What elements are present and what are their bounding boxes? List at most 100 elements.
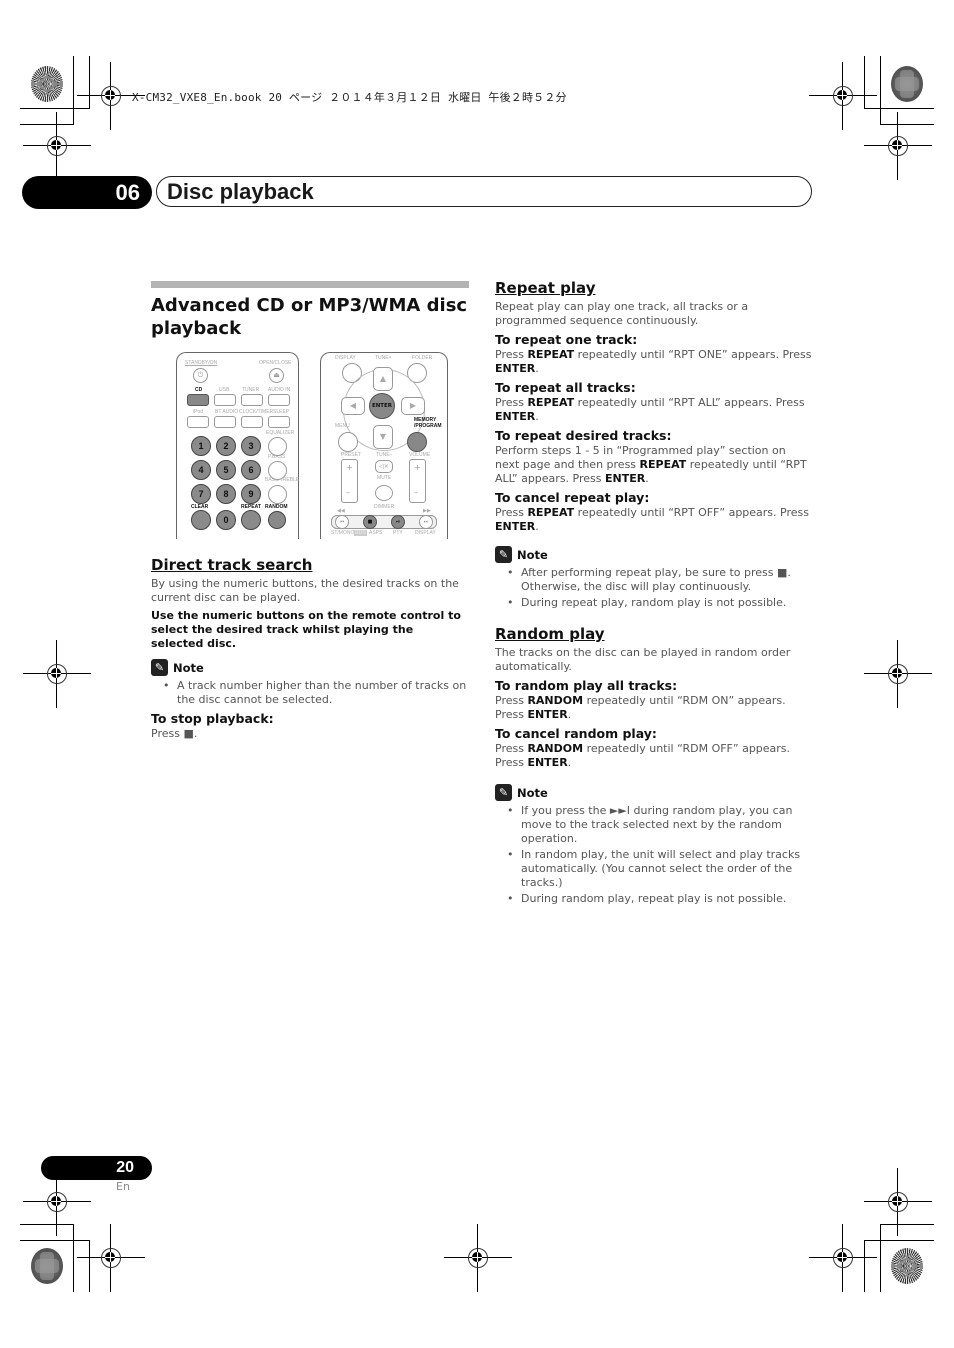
- play-pause-icon: ⏯: [391, 515, 405, 529]
- pencil-icon: ✎: [495, 784, 512, 801]
- eject-icon: ⏏: [269, 368, 284, 383]
- page-number: 20: [41, 1156, 152, 1180]
- random-step-heading: To random play all tracks:: [495, 678, 678, 693]
- tune-minus-label: TUNE–: [376, 452, 393, 458]
- print-file-info: X-CM32_VXE8_En.book 20 ページ ２０１４年３月１２日 水曜…: [132, 91, 567, 104]
- clock-timer-label: CLOCK/TIMER: [239, 409, 274, 415]
- bt-audio-label: BT AUDIO: [215, 409, 239, 415]
- fast-forward-icon: ▶▶: [423, 508, 431, 514]
- left-arrow-icon: ◀: [341, 397, 365, 415]
- remote-illustration-left: STANDBY/ON OPEN/CLOSE ⏻ ⏏ CD USB TUNER A…: [176, 352, 299, 539]
- tune-plus-label: TUNE+: [375, 355, 392, 361]
- section-rule: [151, 281, 469, 288]
- menu-button: [338, 432, 358, 452]
- preset-minus-icon: –: [346, 488, 350, 497]
- key-name: ENTER: [495, 362, 536, 375]
- random-step: To cancel random play: Press RANDOM repe…: [495, 726, 813, 770]
- direct-track-search-section: Direct track search By using the numeric…: [151, 555, 469, 745]
- rewind-icon: ◀◀: [337, 508, 345, 514]
- num-8-button: 8: [216, 484, 236, 504]
- memory-program-button: [407, 432, 427, 452]
- key-name: ENTER: [495, 410, 536, 423]
- step-text: .: [645, 472, 649, 485]
- repeat-play-title: Repeat play: [495, 279, 596, 297]
- registration-mark-icon: [864, 1168, 932, 1236]
- step-text: Press: [495, 742, 528, 755]
- crop-line: [864, 56, 865, 108]
- random-label: RANDOM: [265, 504, 288, 510]
- section-title-line1: Advanced CD or MP3/WMA disc: [151, 295, 468, 316]
- key-name: ENTER: [495, 520, 536, 533]
- registration-disc-icon: [31, 1248, 63, 1284]
- num-3-button: 3: [241, 436, 261, 456]
- folder-label: FOLDER: [412, 355, 433, 361]
- clock-timer-button: [241, 416, 263, 428]
- sleep-button: [268, 416, 290, 428]
- usb-button: [214, 394, 236, 406]
- display2-label: DISPLAY: [415, 530, 436, 536]
- repeat-step-heading: To repeat desired tracks:: [495, 428, 672, 443]
- right-arrow-icon: ▶: [401, 397, 425, 415]
- note-block: ✎ Note After performing repeat play, be …: [495, 546, 813, 610]
- repeat-step: To repeat one track: Press REPEAT repeat…: [495, 332, 813, 376]
- num-4-button: 4: [191, 460, 211, 480]
- key-name: REPEAT: [527, 506, 575, 519]
- direct-track-search-intro: By using the numeric buttons, the desire…: [151, 577, 459, 604]
- pencil-icon: ✎: [495, 546, 512, 563]
- step-text: repeatedly until “RPT ONE” appears. Pres…: [574, 348, 812, 361]
- crop-line: [880, 1224, 934, 1225]
- random-step-heading: To cancel random play:: [495, 726, 657, 741]
- preset-plus-icon: +: [346, 463, 353, 472]
- repeat-step-heading: To repeat one track:: [495, 332, 638, 347]
- step-text: .: [567, 756, 572, 769]
- crop-line: [73, 1224, 74, 1292]
- registration-disc-icon: [891, 1248, 923, 1284]
- note-item: A track number higher than the number of…: [163, 679, 469, 707]
- stop-icon: ■: [363, 515, 377, 529]
- crop-line: [864, 108, 934, 109]
- crop-line: [864, 1240, 934, 1241]
- remote-illustration-right: DISPLAY TUNE+ FOLDER ▲ ▼ ◀ ▶ ENTER MENU …: [320, 352, 448, 539]
- bass-treble-button: [268, 485, 287, 504]
- registration-disc-icon: [31, 66, 63, 102]
- cd-button: [187, 394, 209, 406]
- pbass-button: [268, 461, 287, 480]
- registration-mark-icon: [864, 112, 932, 180]
- num-9-button: 9: [241, 484, 261, 504]
- random-step: To random play all tracks: Press RANDOM …: [495, 678, 813, 722]
- crop-line: [20, 1224, 74, 1225]
- registration-disc-icon: [891, 66, 923, 102]
- asps-label: ASPS: [369, 530, 383, 536]
- step-text: .: [535, 410, 539, 423]
- clear-button: [191, 510, 211, 530]
- repeat-step-heading: To repeat all tracks:: [495, 380, 636, 395]
- note-block: ✎ Note If you press the ►►I during rando…: [495, 784, 813, 906]
- standby-label: STANDBY/ON: [185, 360, 218, 366]
- enter-button: ENTER: [369, 393, 395, 419]
- key-name: REPEAT: [527, 348, 575, 361]
- ipod-label: iPod: [193, 409, 204, 415]
- dimmer-button: [375, 485, 393, 501]
- bt-audio-button: [214, 416, 236, 428]
- registration-mark-icon: [444, 1224, 512, 1292]
- stop-playback-text: Press ■.: [151, 727, 198, 740]
- registration-mark-icon: [864, 640, 932, 708]
- equalizer-button: [268, 437, 287, 456]
- note-block: ✎ Note A track number higher than the nu…: [151, 659, 469, 707]
- step-text: .: [567, 708, 572, 721]
- step-text: Press: [495, 506, 528, 519]
- audio-in-button: [268, 394, 290, 406]
- key-name: ENTER: [605, 472, 646, 485]
- num-7-button: 7: [191, 484, 211, 504]
- num-5-button: 5: [216, 460, 236, 480]
- registration-mark-icon: [809, 1224, 877, 1292]
- random-play-intro: The tracks on the disc can be played in …: [495, 646, 791, 673]
- step-text: .: [535, 520, 539, 533]
- page-language: En: [116, 1180, 130, 1193]
- repeat-step: To repeat desired tracks: Perform steps …: [495, 428, 813, 486]
- num-6-button: 6: [241, 460, 261, 480]
- right-column: Repeat play Repeat play can play one tra…: [495, 278, 813, 910]
- usb-label: USB: [219, 387, 230, 393]
- display-label: DISPLAY: [335, 355, 356, 361]
- prev-track-icon: ⏮: [335, 515, 349, 529]
